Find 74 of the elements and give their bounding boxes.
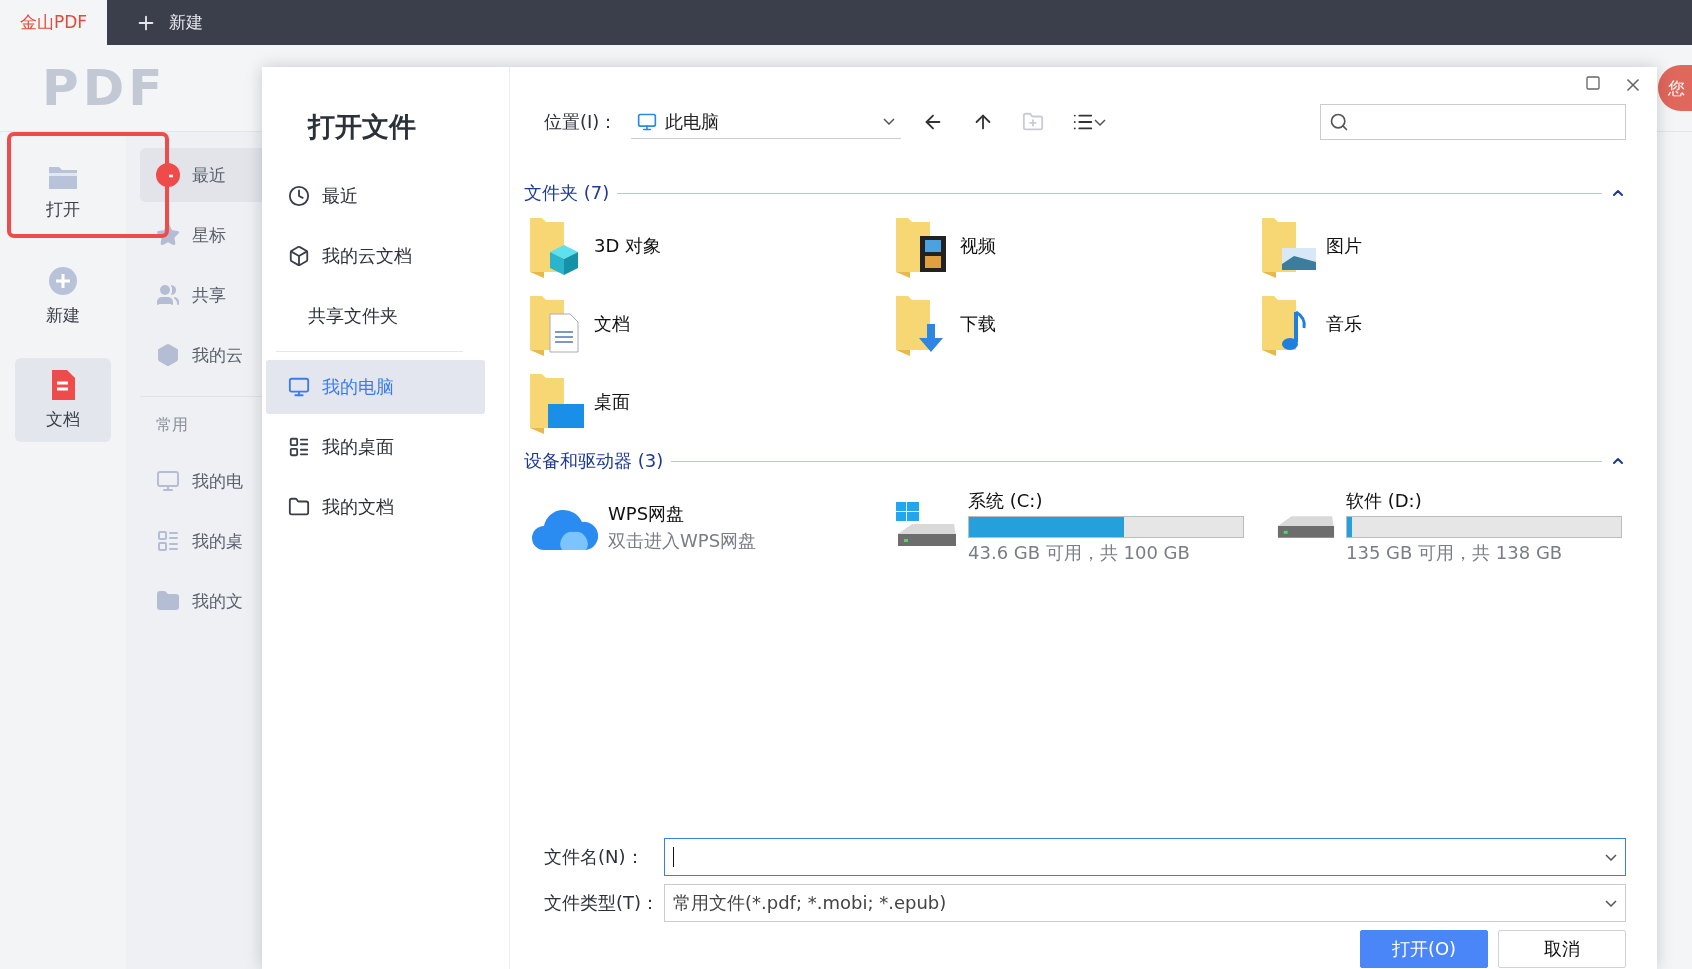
drive-name: 系统 (C:) [968,489,1044,513]
cube-icon [288,245,310,267]
plus-icon [48,265,78,296]
cube-icon [156,343,180,367]
location-label: 位置(I)： [544,110,618,134]
filename-field[interactable] [664,838,1626,876]
tab[interactable]: 金山PDF [0,0,108,45]
chevron-down-icon [1094,118,1107,126]
rail-item[interactable]: 打开 [15,150,111,234]
rail-item[interactable]: 文档 [15,358,111,442]
folder-name: 音乐 [1326,312,1362,336]
search-field[interactable] [1320,104,1626,140]
people-icon [156,283,180,307]
folder-item[interactable]: 3D 对象 [528,207,894,285]
tab[interactable]: 新建 [107,0,224,45]
drive-name: WPS网盘 [608,501,686,526]
folder-name: 下载 [960,312,996,336]
section-title: 文件夹 (7) [524,181,610,205]
clock-icon [156,163,180,187]
folder-item[interactable]: 桌面 [528,363,894,441]
computer-icon [156,469,180,493]
folder-name: 3D 对象 [594,234,662,258]
filetype-dropdown[interactable]: 常用文件(*.pdf; *.mobi; *.epub) [664,884,1626,922]
folder-icon [288,496,310,518]
filetype-label: 文件类型(T)： [544,891,661,915]
nav-label: 我的文 [192,589,243,613]
folder-name: 桌面 [594,390,630,414]
rail-label: 新建 [46,303,80,327]
folder-icon [156,589,180,613]
document-icon [50,369,76,400]
cancel-button[interactable]: 取消 [1498,930,1626,968]
clock-icon [288,185,310,207]
location-dropdown[interactable]: 此电脑 [631,105,902,139]
nav-label: 我的桌 [192,529,243,553]
chevron-down-icon [1605,853,1617,861]
nav-label: 我的云 [192,343,243,367]
maximize-icon[interactable] [1585,75,1601,91]
desktop-icon [288,436,310,458]
chevron-down-icon [883,118,896,125]
nav-item[interactable]: 我的文 [140,574,276,628]
drive-item[interactable]: 软件 (D:) 135 GB 可用，共 138 GB [1256,489,1622,565]
drive-detail: 135 GB 可用，共 138 GB [1346,541,1564,565]
folder-item[interactable]: 音乐 [1260,285,1626,363]
drive-detail: 双击进入WPS网盘 [608,528,757,553]
nav-label: 星标 [192,223,226,247]
folder-name: 视频 [960,234,996,258]
rail-label: 打开 [46,197,80,221]
monitor-icon [288,376,310,398]
computer-icon [637,111,658,132]
chevron-down-icon [1605,899,1617,907]
nav-label: 我的电 [192,469,243,493]
drive-item[interactable]: 系统 (C:) 43.6 GB 可用，共 100 GB [890,489,1256,565]
nav-label: 最近 [192,163,226,187]
section-label: 常用 [155,415,189,436]
folder-item[interactable]: 下载 [894,285,1260,363]
section-title: 设备和驱动器 (3) [524,449,664,473]
drive-detail: 43.6 GB 可用，共 100 GB [968,541,1191,565]
folder-item[interactable]: 文档 [528,285,894,363]
folder-name: 图片 [1326,234,1362,258]
dialog-title: 打开文件 [306,110,417,144]
folder-item[interactable]: 图片 [1260,207,1626,285]
filename-label: 文件名(N)： [544,845,645,869]
desktop-icon [156,529,180,553]
drive-icon [1276,514,1336,540]
rail-item[interactable]: 新建 [15,254,111,338]
new-folder-icon [1022,111,1045,133]
nav-label: 共享 [192,283,226,307]
search-icon [1329,112,1349,132]
rail-label: 文档 [46,407,80,431]
drive-item[interactable]: WPS网盘 双击进入WPS网盘 [524,489,890,565]
folder-name: 文档 [594,312,630,336]
drive-name: 软件 (D:) [1346,489,1423,513]
folder-item[interactable]: 视频 [894,207,1260,285]
star-icon [156,223,180,247]
